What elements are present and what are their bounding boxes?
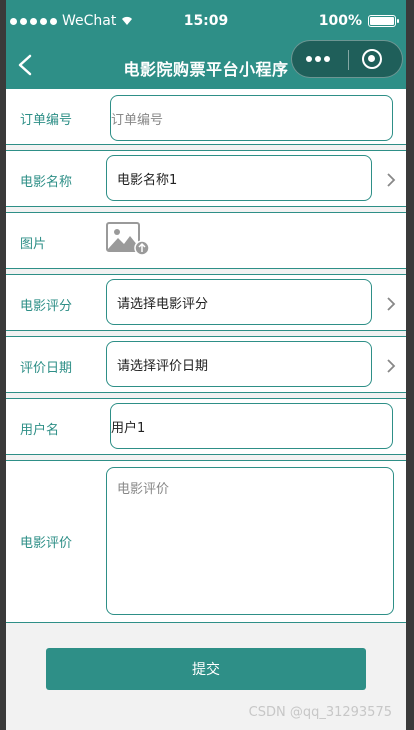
row-review: 电影评价 电影评价 [6,460,406,623]
order-no-placeholder: 订单编号 [111,112,164,128]
review-textarea[interactable]: 电影评价 [106,467,394,615]
review-date-value: 请选择评价日期 [117,358,209,374]
image-label: 图片 [20,237,47,252]
rating-value: 请选择电影评分 [117,296,209,312]
order-no-label: 订单编号 [20,113,73,128]
movie-name-value: 电影名称1 [117,172,178,188]
image-upload-icon[interactable] [106,221,150,257]
rating-picker[interactable]: 请选择电影评分 [106,279,372,325]
mini-program-capsule [291,40,403,78]
phone-screen: WeChat 15:09 100% 电影院购票平台小程序 订单编号 订单编号 电… [6,0,406,730]
username-label: 用户名 [20,423,60,438]
row-movie-name: 电影名称 电影名称1 [6,150,406,207]
submit-button[interactable]: 提交 [46,648,366,690]
username-value: 用户1 [111,420,146,436]
order-no-input[interactable]: 订单编号 [110,95,393,141]
battery-icon [368,15,399,27]
movie-name-label: 电影名称 [20,175,73,190]
review-placeholder: 电影评价 [117,482,170,497]
movie-name-field[interactable]: 电影名称1 [106,155,372,201]
rating-label: 电影评分 [20,299,73,314]
nav-bar: 电影院购票平台小程序 [6,40,406,88]
review-date-label: 评价日期 [20,361,73,376]
row-image: 图片 [6,212,406,269]
battery-label: 100% [318,13,362,29]
review-date-picker[interactable]: 请选择评价日期 [106,341,372,387]
chevron-right-icon[interactable] [386,173,396,187]
close-capsule-icon[interactable] [362,49,382,69]
chevron-right-icon[interactable] [386,359,396,373]
capsule-divider [348,50,349,70]
more-icon[interactable] [306,56,330,62]
chevron-right-icon[interactable] [386,297,396,311]
review-label: 电影评价 [20,536,73,551]
status-bar: WeChat 15:09 100% [6,0,406,44]
row-username: 用户名 用户1 [6,398,406,455]
review-form: 订单编号 订单编号 电影名称 电影名称1 图片 电影评分 请选择电影评分 评价日… [6,88,406,623]
watermark: CSDN @qq_31293575 [248,705,392,720]
battery-status: 100% [318,13,399,29]
row-review-date: 评价日期 请选择评价日期 [6,336,406,393]
row-rating: 电影评分 请选择电影评分 [6,274,406,331]
username-input[interactable]: 用户1 [110,403,393,449]
row-order-no: 订单编号 订单编号 [6,88,406,145]
